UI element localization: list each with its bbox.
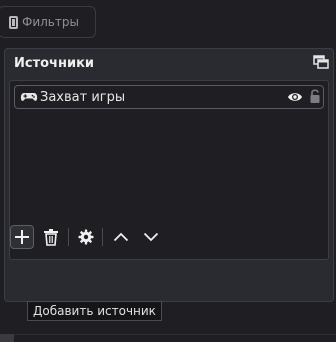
gamepad-icon — [20, 93, 38, 101]
undock-icon[interactable] — [313, 55, 329, 69]
sources-dock-title: Источники — [14, 56, 94, 71]
filters-tab[interactable]: Фильтры — [0, 6, 96, 38]
source-properties-button[interactable] — [74, 225, 98, 249]
toolbar-separator — [68, 228, 69, 246]
filter-icon — [9, 15, 18, 29]
trash-icon — [44, 229, 58, 246]
source-item-label: Захват игры — [40, 89, 126, 105]
chevron-down-icon — [143, 232, 159, 242]
sources-dock: Источники Захват игры — [4, 48, 334, 302]
gear-icon — [78, 229, 94, 245]
toolbar-separator — [102, 228, 103, 246]
lock-icon[interactable] — [309, 88, 321, 104]
add-source-button[interactable] — [10, 225, 34, 249]
bottom-scroll-handle[interactable] — [0, 334, 14, 342]
add-source-tooltip: Добавить источник — [27, 301, 162, 321]
visibility-eye-icon[interactable] — [287, 90, 303, 104]
plus-icon — [15, 230, 29, 244]
move-source-up-button[interactable] — [109, 225, 133, 249]
remove-source-button[interactable] — [39, 225, 63, 249]
move-source-down-button[interactable] — [139, 225, 163, 249]
chevron-up-icon — [113, 232, 129, 242]
source-item[interactable]: Захват игры — [14, 85, 324, 109]
bottom-divider — [0, 334, 336, 335]
filters-tab-label: Фильтры — [22, 15, 79, 29]
